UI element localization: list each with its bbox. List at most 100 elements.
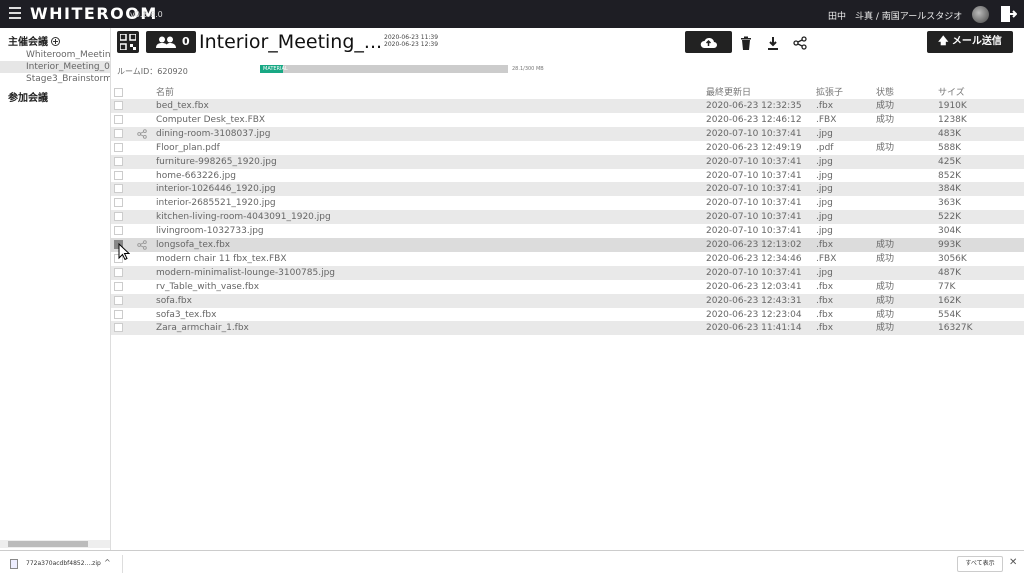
version-label: v0.8.8.0: [130, 10, 163, 19]
table-row[interactable]: Computer Desk_tex.FBX 2020-06-23 12:46:12…: [111, 113, 1024, 127]
table-row[interactable]: modern chair 11 fbx_tex.FBX 2020-06-23 12…: [111, 252, 1024, 266]
upload-button[interactable]: [685, 31, 732, 53]
file-extension: .jpg: [816, 156, 833, 167]
table-row[interactable]: interior-1026446_1920.jpg 2020-07-10 10:3…: [111, 182, 1024, 197]
menu-icon[interactable]: [9, 7, 21, 21]
table-row[interactable]: home-663226.jpg 2020-07-10 10:37:41 .jpg 85…: [111, 169, 1024, 183]
table-row[interactable]: furniture-998265_1920.jpg 2020-07-10 10:3…: [111, 154, 1024, 169]
file-status: 成功: [876, 323, 895, 334]
file-name: rv_Table_with_vase.fbx: [156, 281, 260, 292]
file-size: 483K: [938, 128, 962, 139]
file-extension: .jpg: [816, 226, 833, 237]
scrollbar-thumb[interactable]: [8, 541, 88, 547]
cloud-upload-icon: [700, 37, 717, 48]
modified-date: 2020-07-10 10:37:41: [706, 128, 802, 139]
row-checkbox[interactable]: [114, 226, 123, 236]
row-checkbox[interactable]: [114, 198, 123, 208]
header-ext[interactable]: 拡張子: [816, 86, 843, 100]
file-size: 384K: [938, 184, 962, 195]
file-size: 1910K: [938, 101, 967, 111]
header-name[interactable]: 名前: [156, 86, 174, 100]
members-button[interactable]: 0: [146, 31, 196, 53]
row-checkbox[interactable]: [114, 184, 123, 194]
download-icon[interactable]: [766, 35, 780, 50]
row-checkbox[interactable]: [114, 323, 123, 333]
file-extension: .jpg: [816, 184, 833, 195]
table-row[interactable]: sofa3_tex.fbx 2020-06-23 12:23:04 .fbx 成功 55…: [111, 308, 1024, 322]
qr-code-icon[interactable]: [117, 31, 139, 53]
logout-icon[interactable]: [999, 5, 1018, 23]
sidebar-item-meeting[interactable]: Interior_Meeting_0623: [0, 61, 110, 73]
table-row[interactable]: interior-2685521_1920.jpg 2020-07-10 10:3…: [111, 196, 1024, 210]
row-checkbox[interactable]: [114, 212, 123, 222]
file-extension: .jpg: [816, 198, 833, 209]
file-size: 77K: [938, 281, 956, 292]
avatar[interactable]: [972, 6, 989, 23]
row-checkbox[interactable]: [114, 142, 123, 152]
trash-icon[interactable]: [739, 35, 753, 50]
table-row[interactable]: bed_tex.fbx 2020-06-23 12:32:35 .fbx 成功 1910…: [111, 99, 1024, 113]
file-icon: [10, 559, 18, 569]
table-row[interactable]: dining-room-3108037.jpg 2020-07-10 10:37:…: [111, 126, 1024, 141]
share-icon[interactable]: [137, 129, 147, 139]
header-date[interactable]: 最終更新日: [706, 86, 751, 100]
file-size: 16327K: [938, 323, 973, 334]
modified-date: 2020-07-10 10:37:41: [706, 170, 802, 181]
modified-date: 2020-07-10 10:37:41: [706, 212, 802, 223]
file-status: 成功: [876, 253, 895, 264]
row-checkbox[interactable]: [114, 128, 123, 138]
row-checkbox[interactable]: [114, 267, 123, 277]
row-checkbox[interactable]: [114, 295, 123, 305]
row-checkbox[interactable]: [114, 170, 123, 180]
row-checkbox[interactable]: [114, 101, 123, 110]
send-mail-button[interactable]: 🡅 メール送信: [927, 31, 1013, 53]
file-name: modern chair 11 fbx_tex.FBX: [156, 253, 287, 264]
row-checkbox[interactable]: [114, 309, 123, 319]
file-size: 1238K: [938, 114, 967, 125]
modified-date: 2020-06-23 12:34:46: [706, 253, 802, 264]
file-size: 852K: [938, 170, 962, 181]
modified-date: 2020-07-10 10:37:41: [706, 226, 802, 237]
close-icon[interactable]: ✕: [1009, 557, 1017, 568]
header-size[interactable]: サイズ: [938, 86, 965, 100]
file-extension: .jpg: [816, 267, 833, 278]
file-name: Computer Desk_tex.FBX: [156, 114, 266, 125]
table-row[interactable]: kitchen-living-room-4043091_1920.jpg 2020…: [111, 210, 1024, 225]
row-checkbox[interactable]: [114, 114, 123, 124]
file-extension: .pdf: [816, 142, 834, 153]
file-status: 成功: [876, 281, 895, 292]
modified-date: 2020-06-23 12:03:41: [706, 281, 802, 292]
file-status: 成功: [876, 114, 895, 125]
file-extension: .fbx: [816, 323, 834, 334]
sidebar-item-meeting[interactable]: Whiteroom_Meeting_05: [0, 49, 110, 61]
row-checkbox[interactable]: [114, 281, 123, 291]
sidebar-scrollbar[interactable]: [0, 540, 110, 548]
modified-date: 2020-06-23 12:32:35: [706, 101, 802, 111]
share-icon[interactable]: [793, 35, 807, 50]
download-file-name[interactable]: 772a370acdbf4852....zip: [26, 560, 101, 567]
sidebar-item-meeting[interactable]: Stage3_Brainstorming: [0, 73, 110, 85]
show-all-button[interactable]: すべて表示: [957, 556, 1003, 572]
share-icon[interactable]: [137, 240, 147, 250]
hosted-section-label: 主催会議: [8, 37, 48, 48]
select-all-checkbox[interactable]: [114, 88, 123, 97]
file-name: sofa3_tex.fbx: [156, 309, 217, 320]
table-row[interactable]: livingroom-1032733.jpg 2020-07-10 10:37:4…: [111, 224, 1024, 238]
table-row[interactable]: modern-minimalist-lounge-3100785.jpg 2020…: [111, 265, 1024, 280]
add-meeting-icon[interactable]: +: [51, 37, 60, 46]
header-status[interactable]: 状態: [876, 86, 894, 100]
table-row[interactable]: rv_Table_with_vase.fbx 2020-06-23 12:03:4…: [111, 280, 1024, 294]
row-checkbox[interactable]: [114, 156, 123, 166]
modified-date: 2020-07-10 10:37:41: [706, 267, 802, 278]
table-row[interactable]: Zara_armchair_1.fbx 2020-06-23 11:41:14 .f…: [111, 321, 1024, 336]
file-extension: .FBX: [816, 253, 837, 264]
table-row[interactable]: sofa.fbx 2020-06-23 12:43:31 .fbx 成功 162K: [111, 293, 1024, 308]
file-size: 304K: [938, 226, 962, 237]
table-row[interactable]: longsofa_tex.fbx 2020-06-23 12:13:02 .fbx 成…: [111, 238, 1024, 252]
table-row[interactable]: Floor_plan.pdf 2020-06-23 12:49:19 .pdf 成功 5…: [111, 141, 1024, 155]
modified-date: 2020-06-23 12:23:04: [706, 309, 802, 320]
file-extension: .FBX: [816, 114, 837, 125]
chevron-up-icon[interactable]: ^: [104, 558, 111, 567]
member-count: 0: [182, 35, 190, 48]
modified-date: 2020-07-10 10:37:41: [706, 184, 802, 195]
